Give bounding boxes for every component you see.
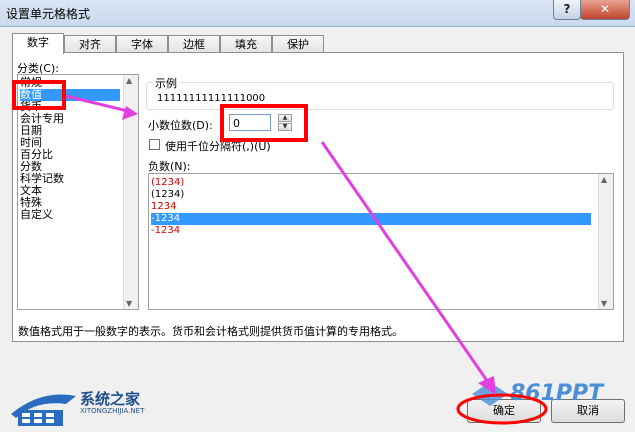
- watermark-site-name: 系统之家: [80, 390, 141, 408]
- decimal-input[interactable]: 0: [229, 114, 271, 131]
- scroll-up-icon[interactable]: ▲: [601, 175, 607, 184]
- ppt-logo-icon: [472, 382, 508, 406]
- negative-list[interactable]: (1234) (1234) 1234 -1234 -1234 ▲ ▼: [148, 173, 614, 310]
- thousands-checkbox[interactable]: [149, 139, 160, 150]
- category-item-custom[interactable]: 自定义: [20, 209, 53, 221]
- negative-item[interactable]: 1234: [151, 201, 591, 213]
- sample-value: 11111111111111000: [157, 93, 266, 104]
- tab-border[interactable]: 边框: [168, 35, 220, 53]
- scroll-down-icon[interactable]: ▼: [126, 299, 132, 308]
- title-bar: 设置单元格格式 ? ✕: [0, 0, 635, 27]
- watermark-site-url: XITONGZHIJIA.NET: [80, 407, 145, 415]
- tab-protection[interactable]: 保护: [272, 35, 324, 53]
- tab-font[interactable]: 字体: [116, 35, 168, 53]
- negative-item[interactable]: (1234): [151, 189, 591, 201]
- category-scrollbar[interactable]: ▲ ▼: [123, 75, 138, 309]
- negative-item[interactable]: -1234: [151, 225, 591, 237]
- scroll-up-icon[interactable]: ▲: [126, 76, 132, 85]
- decimal-label: 小数位数(D):: [148, 119, 213, 132]
- negative-item-selected[interactable]: -1234: [151, 213, 591, 225]
- decimal-stepper[interactable]: ▲ ▼: [278, 114, 292, 131]
- negative-scrollbar[interactable]: ▲ ▼: [598, 174, 613, 309]
- window-title: 设置单元格格式: [6, 7, 91, 21]
- negative-label: 负数(N):: [148, 160, 191, 173]
- help-button[interactable]: ?: [553, 0, 581, 20]
- negative-item[interactable]: (1234): [151, 177, 591, 189]
- category-list[interactable]: 常规 数值 货币 会计专用 日期 时间 百分比 分数 科学记数 文本 特殊 自定…: [17, 74, 139, 310]
- format-description: 数值格式用于一般数字的表示。货币和会计格式则提供货币值计算的专用格式。: [18, 325, 403, 338]
- tab-alignment[interactable]: 对齐: [64, 35, 116, 53]
- watermark-861ppt: 861PPT: [510, 381, 604, 406]
- scroll-down-icon[interactable]: ▼: [601, 299, 607, 308]
- tab-fill[interactable]: 填充: [220, 35, 272, 53]
- spin-up-icon[interactable]: ▲: [278, 114, 292, 122]
- tab-number[interactable]: 数字: [12, 33, 64, 54]
- sample-label: 示例: [153, 75, 179, 91]
- close-button[interactable]: ✕: [580, 0, 630, 20]
- thousands-label: 使用千位分隔符(,)(U): [165, 140, 271, 153]
- spin-down-icon[interactable]: ▼: [278, 123, 292, 131]
